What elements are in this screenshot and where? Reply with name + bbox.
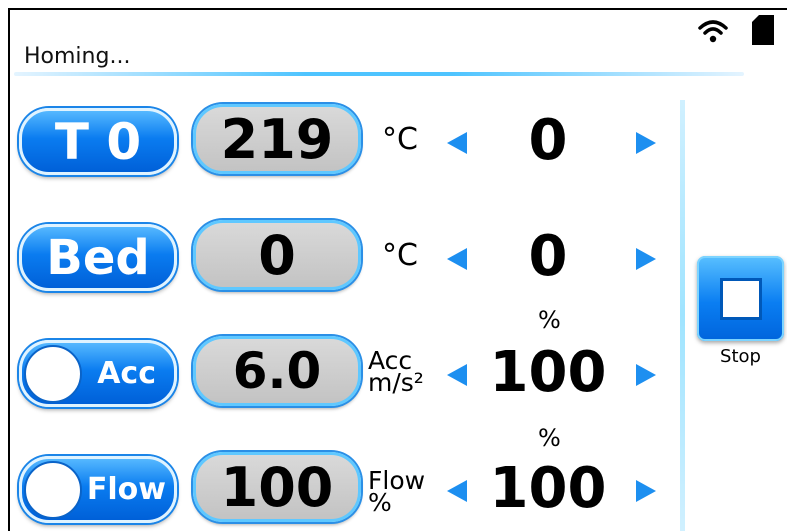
flow-unit: Flow % (368, 466, 426, 517)
acc-increase-arrow-icon[interactable] (636, 364, 656, 386)
flow-increase-arrow-icon[interactable] (636, 480, 656, 502)
t0-current-temp[interactable]: 219 (193, 104, 361, 174)
acc-percent-label: % (538, 306, 561, 334)
stop-label: Stop (720, 346, 761, 367)
acc-toggle-knob (24, 345, 82, 403)
tool-t0-button[interactable]: T 0 (19, 108, 177, 175)
bed-label: Bed (46, 229, 150, 286)
bed-current-temp[interactable]: 0 (193, 220, 361, 290)
tool-t0-label: T 0 (54, 112, 142, 171)
flow-decrease-arrow-icon[interactable] (447, 480, 467, 502)
vertical-divider (680, 100, 685, 531)
t0-unit: °C (382, 122, 418, 157)
t0-decrease-arrow-icon[interactable] (447, 132, 467, 154)
flow-toggle-button[interactable]: Flow (19, 456, 177, 523)
bed-increase-arrow-icon[interactable] (636, 248, 656, 270)
stop-icon (719, 277, 762, 320)
bed-button[interactable]: Bed (19, 224, 177, 291)
acc-current-value[interactable]: 6.0 (193, 336, 361, 406)
bed-unit: °C (382, 238, 418, 273)
status-text: Homing... (24, 44, 131, 69)
flow-label: Flow (86, 472, 166, 507)
wifi-icon (698, 20, 728, 43)
acc-label: Acc (97, 356, 156, 391)
bed-target-value[interactable]: 0 (468, 224, 628, 289)
flow-target-value[interactable]: 100 (468, 456, 628, 521)
sd-card-icon (752, 15, 774, 45)
flow-current-value[interactable]: 100 (193, 452, 361, 522)
header-divider (14, 72, 744, 76)
stop-button[interactable] (697, 256, 784, 341)
acc-decrease-arrow-icon[interactable] (447, 364, 467, 386)
acc-toggle-button[interactable]: Acc (19, 340, 177, 407)
acc-unit: Acc m/s² (368, 346, 424, 397)
t0-increase-arrow-icon[interactable] (636, 132, 656, 154)
t0-target-value[interactable]: 0 (468, 108, 628, 173)
bed-decrease-arrow-icon[interactable] (447, 248, 467, 270)
acc-target-value[interactable]: 100 (468, 340, 628, 405)
flow-toggle-knob (24, 461, 82, 519)
flow-percent-label: % (538, 424, 561, 452)
